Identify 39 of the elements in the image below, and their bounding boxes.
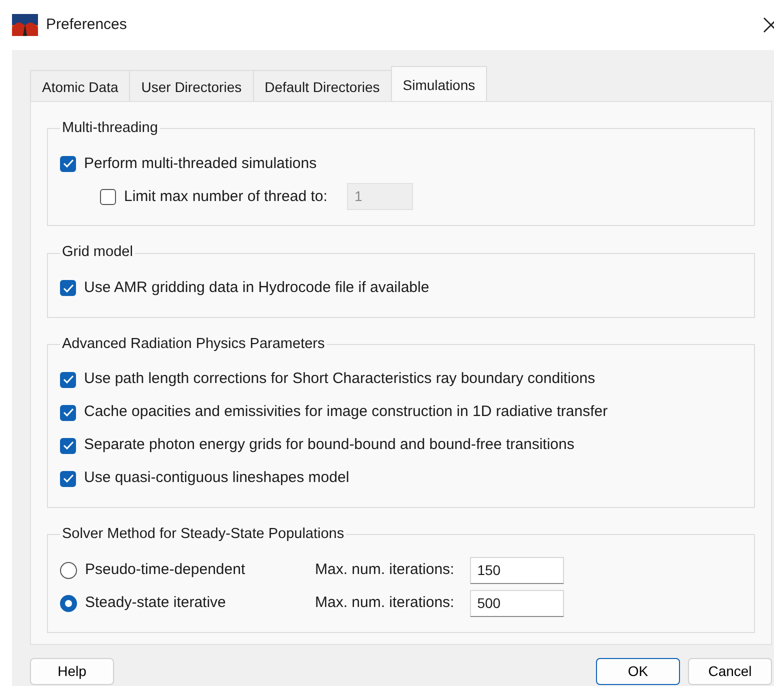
- radio-button[interactable]: [60, 562, 77, 579]
- checkbox-label: Use path length corrections for Short Characteristics ray boundary conditions: [84, 369, 596, 390]
- radio-label: Steady-state iterative: [85, 592, 227, 613]
- field-label: Max. num. iterations:: [315, 560, 454, 580]
- dialog-button[interactable]: Cancel: [688, 658, 772, 685]
- tab[interactable]: Simulations: [390, 66, 488, 101]
- group-title: Solver Method for Steady-State Populations: [61, 526, 346, 544]
- radio-button[interactable]: [60, 594, 77, 612]
- checkbox[interactable]: [100, 188, 116, 205]
- radio-label: Pseudo-time-dependent: [85, 560, 246, 580]
- checkbox-label: Cache opacities and emissivities for image construction in 1D radiative transfer: [84, 402, 608, 422]
- checkbox[interactable]: [60, 438, 76, 454]
- dialog-button[interactable]: Help: [30, 658, 114, 685]
- default-button[interactable]: OK: [596, 658, 680, 685]
- checkbox[interactable]: [60, 372, 76, 388]
- checkbox-label: Separate photon energy grids for bound-bound and bound-free transitions: [84, 435, 574, 456]
- checkbox-label: Limit max number of thread to:: [124, 186, 328, 207]
- group-title: Grid model: [61, 244, 134, 262]
- checkbox-label: Perform multi-threaded simulations: [84, 154, 317, 174]
- checkbox-label: Use quasi-contiguous lineshapes model: [84, 468, 350, 488]
- checkmark-icon: [62, 159, 74, 168]
- checkmark-icon: [62, 284, 74, 293]
- app-icon: [12, 14, 38, 36]
- group-title: Advanced Radiation Physics Parameters: [61, 336, 326, 354]
- checkmark-icon: [62, 441, 74, 450]
- checkbox[interactable]: [60, 404, 76, 421]
- checkmark-icon: [62, 375, 74, 384]
- checkbox[interactable]: [60, 280, 76, 296]
- text-field[interactable]: 150: [470, 556, 564, 584]
- checkbox[interactable]: [60, 156, 76, 172]
- tab[interactable]: Atomic Data: [30, 70, 130, 101]
- checkbox-label: Use AMR gridding data in Hydrocode file if available: [84, 278, 430, 298]
- group-title: Multi-threading: [61, 120, 159, 138]
- window-title: Preferences: [46, 14, 127, 35]
- text-field[interactable]: 500: [470, 590, 564, 617]
- checkbox[interactable]: [60, 470, 76, 487]
- checkmark-icon: [62, 408, 74, 418]
- checkmark-icon: [62, 474, 74, 484]
- field-label: Max. num. iterations:: [315, 592, 454, 613]
